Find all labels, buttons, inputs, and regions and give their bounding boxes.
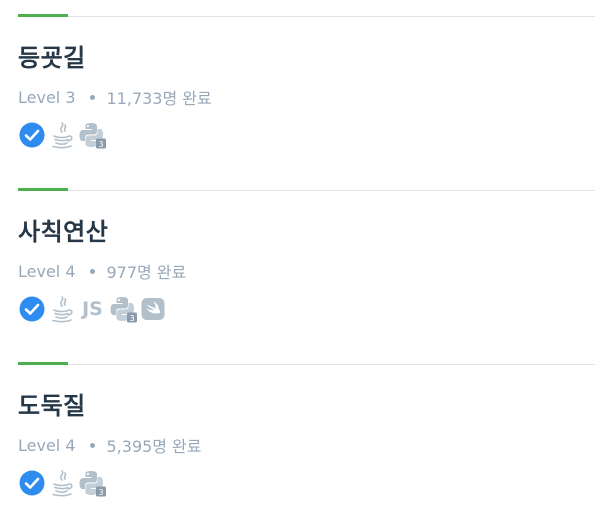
separator-dot (89, 268, 95, 274)
problem-meta: Level 4 977명 완료 (18, 259, 186, 283)
accent-bar (18, 14, 68, 17)
python3-icon: 3 (79, 121, 106, 149)
java-icon (49, 469, 75, 497)
java-icon (49, 295, 75, 323)
java-icon (49, 121, 75, 149)
problem-card[interactable]: 사칙연산 Level 4 977명 완료 JS 3 (0, 174, 595, 348)
completed-count: 977명 (106, 263, 152, 282)
divider (18, 16, 595, 17)
language-list: JS 3 (19, 295, 166, 323)
accent-bar (18, 362, 68, 365)
problem-title[interactable]: 도둑질 (18, 386, 86, 421)
svg-text:3: 3 (98, 488, 103, 497)
level-label: Level 3 (18, 87, 76, 107)
python3-icon: 3 (79, 469, 106, 497)
completed-label: 완료 (172, 437, 202, 456)
problem-card[interactable]: 도둑질 Level 4 5,395명 완료 3 (0, 348, 595, 522)
completed-count: 5,395명 (106, 437, 168, 456)
svg-text:3: 3 (98, 140, 103, 149)
python3-icon: 3 (110, 295, 137, 323)
completed-label: 완료 (156, 263, 187, 282)
check-icon (19, 121, 45, 149)
separator-dot (89, 94, 95, 100)
problem-title[interactable]: 등굣길 (18, 38, 86, 73)
level-label: Level 4 (18, 261, 76, 281)
divider (18, 364, 595, 365)
js-icon: JS (82, 298, 103, 320)
completed-count: 11,733명 (106, 89, 178, 108)
problem-card[interactable]: 등굣길 Level 3 11,733명 완료 3 (0, 0, 595, 174)
problem-title[interactable]: 사칙연산 (18, 212, 108, 247)
problem-meta: Level 4 5,395명 완료 (18, 433, 201, 457)
level-label: Level 4 (18, 435, 76, 455)
check-icon (19, 469, 45, 497)
completed-label: 완료 (182, 89, 212, 108)
language-list: 3 (19, 469, 106, 497)
problem-list: 등굣길 Level 3 11,733명 완료 3 사칙연산 Level 4 97… (0, 0, 595, 522)
language-list: 3 (19, 121, 106, 149)
problem-meta: Level 3 11,733명 완료 (18, 85, 212, 109)
check-icon (19, 295, 45, 323)
divider (18, 190, 595, 191)
svg-text:3: 3 (129, 314, 134, 323)
accent-bar (18, 188, 68, 191)
swift-icon (140, 295, 166, 323)
separator-dot (89, 442, 95, 448)
